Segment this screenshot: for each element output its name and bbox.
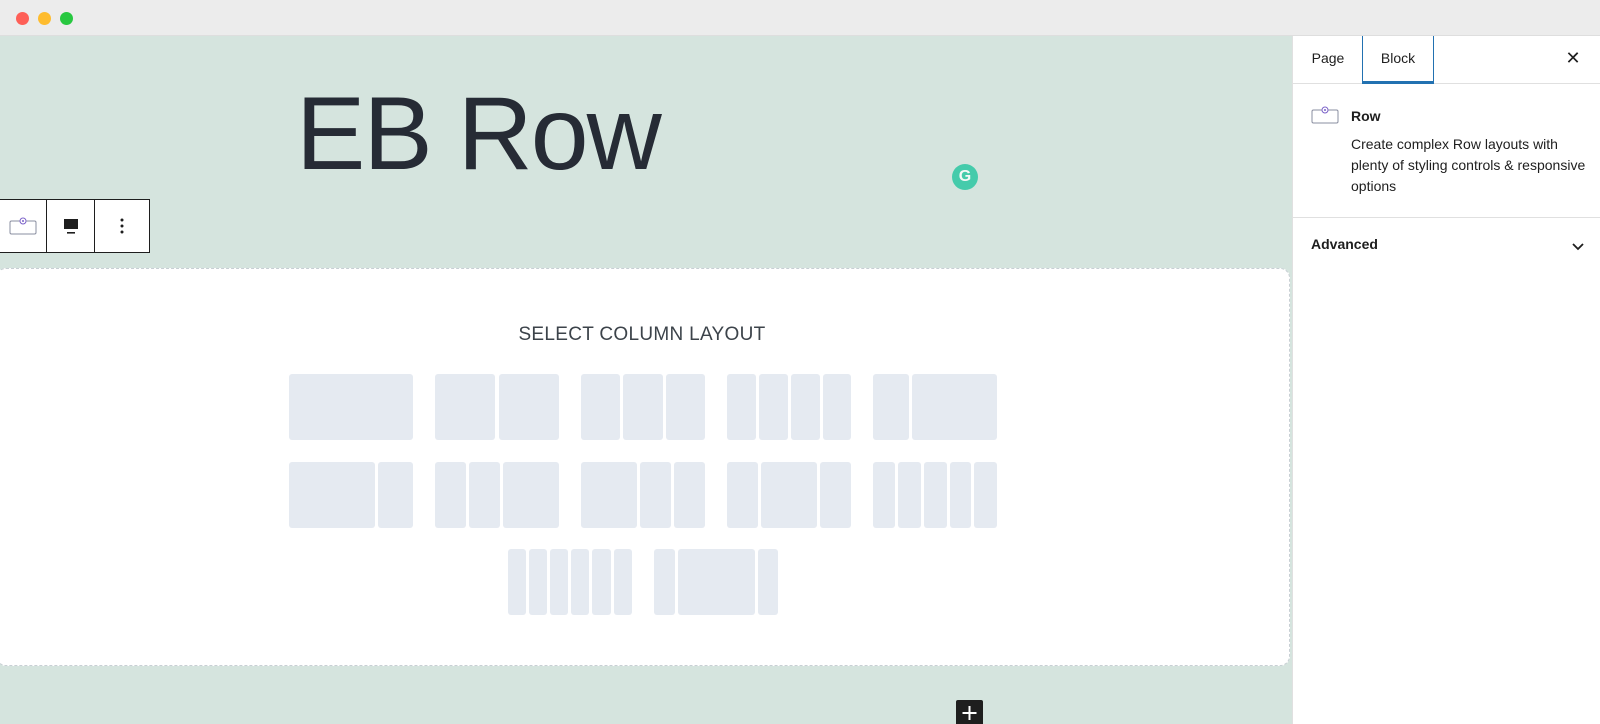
column-placeholder — [678, 549, 755, 615]
tab-block[interactable]: Block — [1362, 36, 1434, 84]
column-placeholder — [873, 462, 895, 528]
column-placeholder — [378, 462, 413, 528]
close-icon[interactable]: ✕ — [1563, 48, 1583, 68]
column-placeholder — [898, 462, 921, 528]
window-titlebar — [0, 0, 1600, 36]
column-placeholder — [674, 462, 705, 528]
layout-2-equal[interactable] — [435, 374, 559, 440]
column-placeholder — [289, 462, 375, 528]
column-placeholder — [640, 462, 671, 528]
layout-wide-narrow-narrow[interactable] — [581, 462, 705, 528]
row-block[interactable]: SELECT COLUMN LAYOUT — [0, 268, 1290, 666]
column-placeholder — [435, 374, 495, 440]
settings-sidebar: Page Block ✕ Row Create complex Row layo… — [1292, 36, 1600, 724]
column-placeholder — [654, 549, 675, 615]
sidebar-tabs: Page Block ✕ — [1293, 36, 1600, 84]
layout-5-equal[interactable] — [873, 462, 997, 528]
column-placeholder — [623, 374, 663, 440]
column-placeholder — [550, 549, 568, 615]
column-placeholder — [823, 374, 851, 440]
block-toolbar — [0, 199, 150, 253]
column-placeholder — [499, 374, 559, 440]
column-placeholder — [435, 462, 466, 528]
grammarly-icon[interactable]: G — [952, 164, 978, 190]
block-description: Create complex Row layouts with plenty o… — [1351, 136, 1586, 194]
column-placeholder — [759, 374, 788, 440]
column-placeholder — [873, 374, 909, 440]
minimize-window-button[interactable] — [38, 12, 51, 25]
column-placeholder — [592, 549, 611, 615]
column-placeholder — [581, 374, 620, 440]
advanced-panel-label: Advanced — [1311, 236, 1378, 252]
tab-page[interactable]: Page — [1293, 36, 1363, 84]
plus-icon — [962, 706, 977, 720]
layout-3-equal[interactable] — [581, 374, 705, 440]
column-placeholder — [758, 549, 778, 615]
layout-1-col[interactable] — [289, 374, 413, 440]
column-placeholder — [727, 462, 758, 528]
layout-narrow-wide[interactable] — [873, 374, 997, 440]
column-placeholder — [289, 374, 413, 440]
layout-title: SELECT COLUMN LAYOUT — [518, 324, 766, 345]
column-placeholder — [761, 462, 817, 528]
zoom-window-button[interactable] — [60, 12, 73, 25]
column-placeholder — [469, 462, 500, 528]
row-block-icon — [1311, 106, 1339, 129]
column-placeholder — [791, 374, 820, 440]
page-heading[interactable]: EB Row — [296, 82, 662, 186]
column-placeholder — [820, 462, 851, 528]
column-placeholder — [924, 462, 947, 528]
column-placeholder — [529, 549, 547, 615]
more-options-icon[interactable] — [95, 200, 149, 252]
layout-4-equal[interactable] — [727, 374, 851, 440]
chevron-down-icon — [1571, 238, 1585, 256]
layout-narrow-wide-narrow[interactable] — [727, 462, 851, 528]
column-placeholder — [614, 549, 632, 615]
block-name: Row — [1351, 108, 1381, 124]
block-card: Row Create complex Row layouts with plen… — [1293, 84, 1600, 218]
column-placeholder — [950, 462, 971, 528]
column-placeholder — [666, 374, 705, 440]
column-placeholder — [508, 549, 526, 615]
device-preview-icon[interactable] — [47, 200, 95, 252]
column-placeholder — [912, 374, 997, 440]
close-window-button[interactable] — [16, 12, 29, 25]
add-block-button[interactable] — [956, 700, 983, 724]
layout-wide-narrow[interactable] — [289, 462, 413, 528]
layout-narrow-narrow-wide[interactable] — [435, 462, 559, 528]
editor-canvas: EB Row G SELECT COLUMN LAYOUT — [0, 36, 1292, 724]
column-placeholder — [581, 462, 637, 528]
layout-6-equal[interactable] — [508, 549, 632, 615]
advanced-panel-toggle[interactable]: Advanced — [1293, 218, 1600, 272]
column-placeholder — [503, 462, 559, 528]
layout-narrow-wide-narrow-alt[interactable] — [654, 549, 778, 615]
row-block-icon[interactable] — [0, 200, 47, 252]
column-placeholder — [727, 374, 756, 440]
column-placeholder — [571, 549, 589, 615]
column-placeholder — [974, 462, 997, 528]
